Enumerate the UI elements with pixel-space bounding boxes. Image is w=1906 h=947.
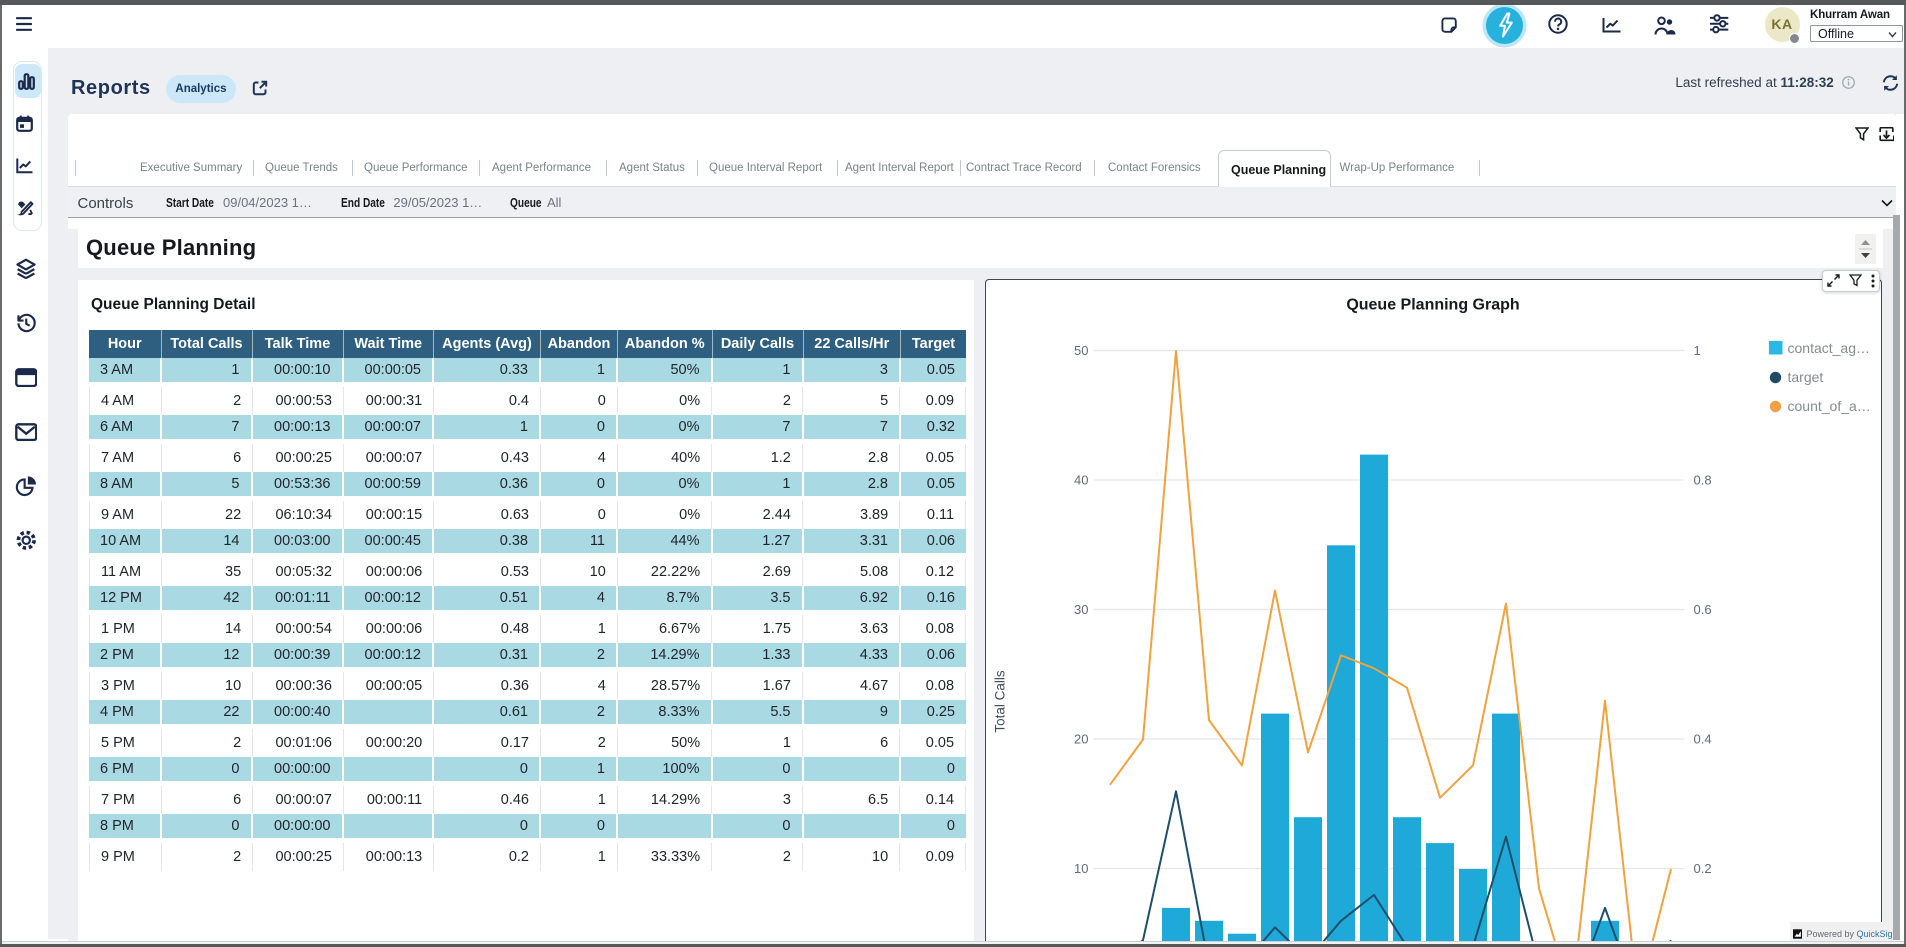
svg-text:10: 10 [1074,861,1088,876]
svg-text:0.2: 0.2 [1694,861,1712,876]
svg-text:30: 30 [1074,602,1088,617]
svg-text:Queue Planning Graph: Queue Planning Graph [1346,296,1519,313]
svg-text:20: 20 [1074,731,1088,746]
svg-text:Total Calls: Total Calls [993,670,1008,733]
svg-text:40: 40 [1074,472,1088,487]
svg-text:0.8: 0.8 [1694,472,1712,487]
svg-text:0.6: 0.6 [1694,602,1712,617]
svg-text:count_of_a…: count_of_a… [1788,398,1871,414]
svg-text:50: 50 [1074,343,1088,358]
svg-text:contact_ag…: contact_ag… [1788,340,1871,356]
svg-text:1: 1 [1694,343,1701,358]
svg-text:0.4: 0.4 [1694,731,1712,746]
svg-text:target: target [1788,369,1824,385]
